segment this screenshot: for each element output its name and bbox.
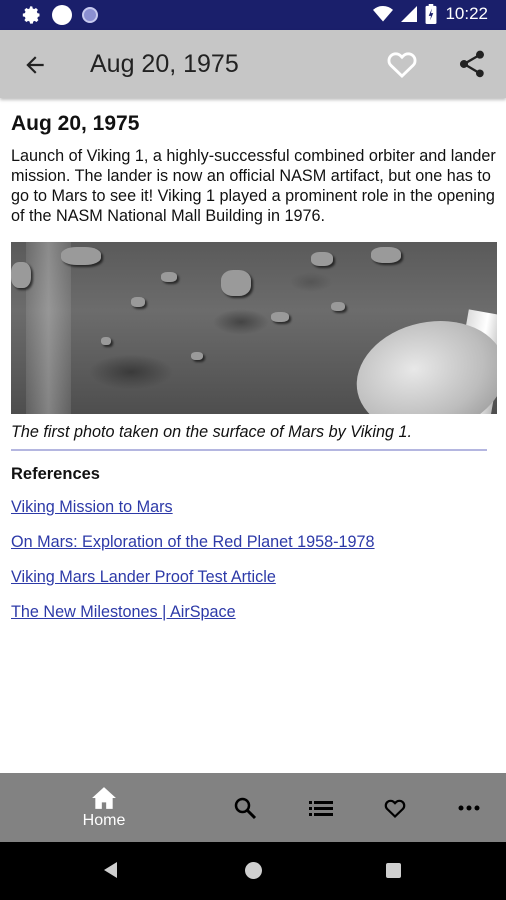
battery-icon xyxy=(425,4,437,24)
reference-link-lander-proof-test[interactable]: Viking Mars Lander Proof Test Article xyxy=(11,568,497,587)
more-horizontal-icon xyxy=(458,805,480,810)
heart-outline-icon xyxy=(387,52,417,79)
reference-link-new-milestones[interactable]: The New Milestones | AirSpace xyxy=(11,603,497,622)
system-home-icon[interactable] xyxy=(245,862,262,879)
references-title: References xyxy=(11,465,100,483)
nav-search[interactable] xyxy=(228,773,262,842)
page-title: Aug 20, 1975 xyxy=(90,50,239,78)
arrow-back-icon xyxy=(26,56,44,74)
heart-outline-icon xyxy=(384,799,406,818)
wifi-icon xyxy=(373,6,394,22)
article-body: Launch of Viking 1, a highly-successful … xyxy=(11,147,496,225)
back-button[interactable] xyxy=(18,48,52,82)
system-back-icon[interactable] xyxy=(104,862,117,878)
system-recents-icon[interactable] xyxy=(386,863,401,878)
bottom-nav: Home xyxy=(0,773,506,842)
notification-dot-icon xyxy=(52,5,72,25)
status-bar: 10:22 xyxy=(0,0,506,30)
notification-ring-icon xyxy=(82,7,98,23)
list-icon xyxy=(309,800,333,816)
favorite-button[interactable] xyxy=(384,46,420,82)
nav-home-label: Home xyxy=(82,811,126,829)
mars-surface-photo xyxy=(11,242,497,414)
reference-link-viking-mission[interactable]: Viking Mission to Mars xyxy=(11,498,497,517)
cell-signal-icon xyxy=(401,6,418,22)
settings-icon xyxy=(22,6,40,24)
article-heading: Aug 20, 1975 xyxy=(11,112,140,135)
reference-link-on-mars[interactable]: On Mars: Exploration of the Red Planet 1… xyxy=(11,533,497,552)
nav-favorites[interactable] xyxy=(378,773,412,842)
system-nav-bar xyxy=(0,842,506,900)
app-bar: Aug 20, 1975 xyxy=(0,30,506,98)
status-time: 10:22 xyxy=(445,4,488,23)
nav-more[interactable] xyxy=(452,773,486,842)
search-icon xyxy=(234,797,257,819)
divider xyxy=(11,449,487,451)
home-icon xyxy=(92,786,116,809)
share-button[interactable] xyxy=(454,46,490,82)
article-content: Aug 20, 1975 Launch of Viking 1, a highl… xyxy=(11,112,497,622)
share-icon xyxy=(459,50,484,78)
photo-caption: The first photo taken on the surface of … xyxy=(11,423,413,441)
nav-list[interactable] xyxy=(304,773,338,842)
nav-home[interactable]: Home xyxy=(74,773,134,842)
